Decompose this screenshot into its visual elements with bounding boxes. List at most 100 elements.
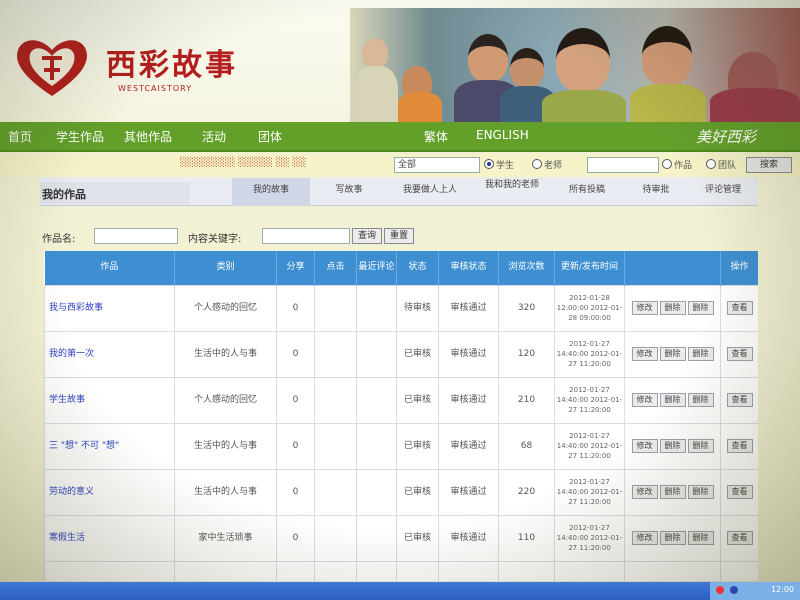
tab-my-stories[interactable]: 我的故事: [232, 178, 310, 206]
work-clicks: [314, 284, 357, 332]
tab-all-submissions[interactable]: 所有投稿: [552, 178, 622, 206]
col-header-review[interactable]: 审核状态: [438, 251, 499, 285]
work-clicks: [314, 376, 357, 424]
search-note: ░░░░░░░░ ░░░░░ ░░ ░░: [180, 158, 307, 168]
work-title-link[interactable]: 三 "想" 不可 "想": [44, 422, 175, 470]
row-action-button[interactable]: 修改: [631, 439, 658, 453]
work-review-status: 审核通过: [438, 422, 499, 470]
work-clicks: [314, 560, 357, 581]
nav-home[interactable]: 首页: [8, 128, 32, 145]
col-header-ops: 操作: [720, 251, 758, 285]
row-action-button[interactable]: 删除: [659, 531, 686, 545]
nav-activities[interactable]: 活动: [202, 128, 226, 145]
col-header-views[interactable]: 浏览次数: [498, 251, 555, 285]
site-banner: 西彩故事 WESTCAISTORY: [0, 0, 800, 122]
table-header-row: 作品 类别 分享 点击 最近评论 状态 审核状态 浏览次数 更新/发布时间 操作: [44, 251, 758, 285]
work-views: 210: [498, 376, 555, 424]
work-op: [720, 560, 758, 581]
work-status: 已审核: [396, 330, 439, 378]
work-recent-comment: [356, 514, 397, 562]
filter-keyword-label: 内容关键字:: [188, 234, 242, 245]
radio-student[interactable]: [484, 159, 494, 169]
filter-title-input[interactable]: [94, 228, 178, 244]
row-view-button[interactable]: 查看: [726, 439, 753, 453]
radio-works[interactable]: [662, 159, 672, 169]
row-action-button[interactable]: 修改: [631, 531, 658, 545]
radio-team[interactable]: [706, 159, 716, 169]
tab-me-and-teacher[interactable]: 我和我的老师: [474, 178, 550, 206]
row-action-button[interactable]: 修改: [631, 347, 658, 361]
nav-groups[interactable]: 团体: [258, 128, 282, 145]
radio-team-label: 团队: [718, 161, 737, 171]
col-header-recent[interactable]: 最近评论: [356, 251, 397, 285]
work-op: 查看: [720, 376, 758, 424]
work-actions: 修改 删除 删除: [624, 376, 721, 424]
row-view-button[interactable]: 查看: [726, 301, 753, 315]
search-category-select[interactable]: 全部: [394, 157, 480, 173]
tab-be-superior[interactable]: 我要做人上人: [388, 178, 472, 206]
work-views: 110: [498, 514, 555, 562]
work-actions: 修改 删除 删除: [624, 514, 721, 562]
table-row: 2012-01-27: [44, 560, 758, 581]
row-view-button[interactable]: 查看: [726, 531, 753, 545]
filter-search-button[interactable]: 查询: [352, 228, 382, 244]
col-header-share[interactable]: 分享: [276, 251, 315, 285]
filter-reset-button[interactable]: 重置: [384, 228, 414, 244]
row-action-button[interactable]: 删除: [687, 485, 714, 499]
work-title-link[interactable]: 学生故事: [44, 376, 175, 424]
row-action-button[interactable]: 修改: [631, 393, 658, 407]
os-taskbar: 12:00: [0, 582, 800, 600]
nav-lang-english[interactable]: ENGLISH: [476, 128, 529, 142]
tab-write-story[interactable]: 写故事: [314, 178, 384, 206]
row-action-button[interactable]: 删除: [659, 301, 686, 315]
row-action-button[interactable]: 删除: [687, 347, 714, 361]
row-view-button[interactable]: 查看: [726, 347, 753, 361]
work-share-count: 0: [276, 330, 315, 378]
work-clicks: [314, 330, 357, 378]
work-title-link[interactable]: 我的第一次: [44, 330, 175, 378]
row-action-button[interactable]: 修改: [631, 301, 658, 315]
col-header-category[interactable]: 类别: [174, 251, 277, 285]
work-title-link[interactable]: 寒假生活: [44, 514, 175, 562]
filter-keyword-input[interactable]: [262, 228, 350, 244]
work-actions: [624, 560, 721, 581]
work-recent-comment: [356, 422, 397, 470]
work-views: 220: [498, 468, 555, 516]
row-view-button[interactable]: 查看: [726, 393, 753, 407]
search-input[interactable]: [587, 157, 659, 173]
row-action-button[interactable]: 删除: [687, 439, 714, 453]
col-header-clicks[interactable]: 点击: [314, 251, 357, 285]
row-action-button[interactable]: 删除: [659, 485, 686, 499]
row-view-button[interactable]: 查看: [726, 485, 753, 499]
work-title-link[interactable]: [44, 560, 175, 581]
work-title-link[interactable]: 劳动的意义: [44, 468, 175, 516]
row-action-button[interactable]: 修改: [631, 485, 658, 499]
nav-student-works[interactable]: 学生作品: [56, 128, 104, 145]
nav-other-works[interactable]: 其他作品: [124, 128, 172, 145]
row-action-button[interactable]: 删除: [659, 347, 686, 361]
work-title-link[interactable]: 我与西彩故事: [44, 284, 175, 332]
col-header-work[interactable]: 作品: [44, 251, 175, 285]
radio-works-label: 作品: [674, 161, 693, 171]
row-action-button[interactable]: 删除: [687, 393, 714, 407]
work-actions: 修改 删除 删除: [624, 422, 721, 470]
work-recent-comment: [356, 330, 397, 378]
tray-alert-icon[interactable]: [716, 586, 724, 594]
tab-pending[interactable]: 待审批: [624, 178, 688, 206]
tray-network-icon[interactable]: [730, 586, 738, 594]
radio-student-label: 学生: [496, 161, 515, 171]
row-action-button[interactable]: 删除: [659, 439, 686, 453]
col-header-dates[interactable]: 更新/发布时间: [554, 251, 625, 285]
radio-teacher[interactable]: [532, 159, 542, 169]
search-button[interactable]: 搜索: [746, 157, 792, 173]
work-category: 个人感动的回忆: [174, 284, 277, 332]
nav-lang-traditional[interactable]: 繁体: [424, 128, 448, 145]
work-review-status: 审核通过: [438, 284, 499, 332]
work-category: 个人感动的回忆: [174, 376, 277, 424]
row-action-button[interactable]: 删除: [687, 301, 714, 315]
tab-comments[interactable]: 评论管理: [690, 178, 756, 206]
row-action-button[interactable]: 删除: [659, 393, 686, 407]
row-action-button[interactable]: 删除: [687, 531, 714, 545]
col-header-status[interactable]: 状态: [396, 251, 439, 285]
work-views: 320: [498, 284, 555, 332]
